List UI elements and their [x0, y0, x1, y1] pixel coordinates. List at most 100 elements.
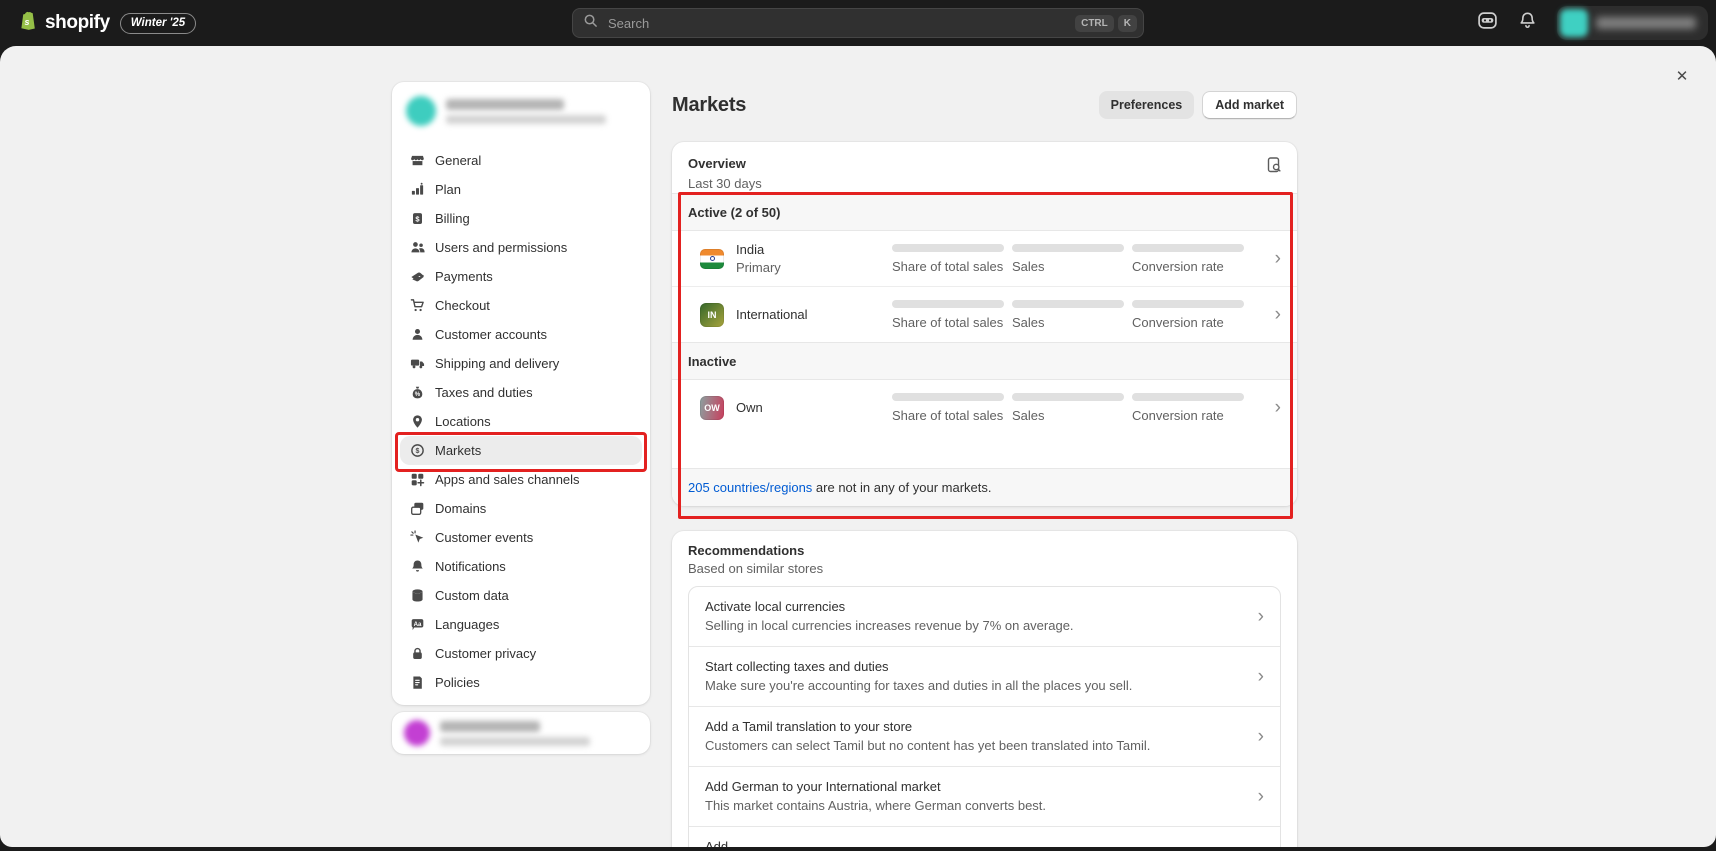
metric-bar	[892, 393, 1004, 401]
sidebar-item-customer-accounts[interactable]: Customer accounts	[400, 320, 642, 349]
sidebar-item-locations[interactable]: Locations	[400, 407, 642, 436]
chevron-right-icon: ›	[1258, 667, 1264, 686]
sidebar-item-billing[interactable]: $ Billing	[400, 204, 642, 233]
market-subtitle: Primary	[736, 260, 892, 275]
recommendation-partial-clipped[interactable]: Add ...	[689, 826, 1280, 847]
cart-icon	[410, 298, 425, 313]
sidebar-item-payments[interactable]: Payments	[400, 262, 642, 291]
recommendation-activate-local-currencies[interactable]: Activate local currencies Selling in loc…	[689, 587, 1280, 646]
sidebar-item-shipping-delivery[interactable]: Shipping and delivery	[400, 349, 642, 378]
markets-globe-icon: $	[410, 443, 425, 458]
translate-icon: Aa	[410, 617, 425, 632]
policy-doc-icon	[410, 675, 425, 690]
sidebar-item-apps-sales-channels[interactable]: Apps and sales channels	[400, 465, 642, 494]
inactive-section-header: Inactive	[672, 342, 1297, 380]
chevron-right-icon: ›	[1275, 249, 1281, 268]
metric-bar	[892, 300, 1004, 308]
svg-text:Aa: Aa	[414, 621, 422, 628]
svg-text:%: %	[415, 391, 421, 398]
person-icon	[410, 327, 425, 342]
store-header[interactable]	[392, 82, 650, 138]
shortcut-ctrl-key: CTRL	[1075, 15, 1114, 32]
metric-bar	[1132, 244, 1244, 252]
sidebar-item-markets[interactable]: $ Markets	[400, 436, 642, 465]
search-input[interactable]	[606, 15, 1071, 32]
market-name: International	[736, 307, 892, 322]
market-row-india[interactable]: India Primary Share of total sales Sales…	[672, 231, 1297, 286]
shortcut-k-key: K	[1118, 15, 1137, 32]
secondary-account-redacted	[440, 721, 590, 746]
international-badge: IN	[700, 303, 724, 327]
sidebar-item-custom-data[interactable]: Custom data	[400, 581, 642, 610]
svg-text:$: $	[416, 448, 420, 455]
billing-icon: $	[410, 211, 425, 226]
markets-page: Markets Preferences Add market Overview …	[672, 91, 1297, 847]
database-icon	[410, 588, 425, 603]
version-badge: Winter '25	[120, 13, 196, 34]
report-search-icon[interactable]	[1265, 156, 1283, 179]
recommendations-subtitle: Based on similar stores	[688, 561, 1281, 576]
sidebar-item-plan[interactable]: Plan	[400, 175, 642, 204]
secondary-account-avatar	[404, 720, 430, 746]
recommendations-card: Recommendations Based on similar stores …	[672, 531, 1297, 847]
settings-modal: ✕ General Plan $ Billing	[0, 46, 1716, 847]
sidebar-item-policies[interactable]: Policies	[400, 668, 642, 697]
metric-bar	[1132, 300, 1244, 308]
store-name-redacted	[446, 99, 606, 124]
users-icon	[410, 240, 425, 255]
market-row-own[interactable]: OW Own Share of total sales Sales Conver…	[672, 380, 1297, 435]
recommendation-tamil-translation[interactable]: Add a Tamil translation to your store Cu…	[689, 706, 1280, 766]
sidebar-item-general[interactable]: General	[400, 146, 642, 175]
countries-regions-link[interactable]: 205 countries/regions	[688, 480, 812, 495]
india-flag-icon	[700, 249, 724, 269]
search-icon	[583, 13, 598, 33]
metric-bar	[1132, 393, 1244, 401]
brand-wordmark: shopify	[45, 12, 110, 34]
payments-icon	[410, 269, 425, 284]
overview-title: Overview	[688, 156, 1281, 171]
settings-sidebar: General Plan $ Billing Users and permiss…	[392, 82, 650, 705]
market-row-international[interactable]: IN International Share of total sales Sa…	[672, 286, 1297, 342]
notifications-bell-icon[interactable]	[1518, 11, 1537, 35]
svg-text:s: s	[24, 17, 29, 27]
chevron-right-icon: ›	[1275, 398, 1281, 417]
overview-subtitle: Last 30 days	[688, 176, 1281, 191]
sidekick-icon[interactable]	[1477, 10, 1498, 36]
account-avatar	[1560, 9, 1588, 37]
shopify-logo[interactable]: s shopify	[16, 9, 110, 38]
sidebar-item-taxes-duties[interactable]: % Taxes and duties	[400, 378, 642, 407]
sidebar-item-notifications[interactable]: Notifications	[400, 552, 642, 581]
metric-bar	[892, 244, 1004, 252]
recommendation-add-german[interactable]: Add German to your International market …	[689, 766, 1280, 826]
recommendation-collect-taxes-duties[interactable]: Start collecting taxes and duties Make s…	[689, 646, 1280, 706]
sidebar-item-customer-events[interactable]: Customer events	[400, 523, 642, 552]
countries-footer: 205 countries/regions are not in any of …	[672, 468, 1297, 506]
truck-icon	[410, 356, 425, 371]
account-menu[interactable]	[1557, 6, 1708, 40]
secondary-account-card[interactable]	[392, 712, 650, 754]
metric-bar	[1012, 300, 1124, 308]
metric-bar	[1012, 244, 1124, 252]
global-search[interactable]: CTRL K	[572, 8, 1144, 38]
shopify-bag-icon: s	[16, 9, 38, 38]
sidebar-item-domains[interactable]: Domains	[400, 494, 642, 523]
tax-bag-icon: %	[410, 385, 425, 400]
sidebar-item-customer-privacy[interactable]: Customer privacy	[400, 639, 642, 668]
sidebar-item-users-permissions[interactable]: Users and permissions	[400, 233, 642, 262]
sidebar-item-checkout[interactable]: Checkout	[400, 291, 642, 320]
preferences-button[interactable]: Preferences	[1099, 91, 1195, 119]
countries-footer-text: are not in any of your markets.	[812, 480, 991, 495]
apps-grid-icon	[410, 472, 425, 487]
active-section-header: Active (2 of 50)	[672, 193, 1297, 231]
page-title: Markets	[672, 94, 746, 117]
cursor-spark-icon	[410, 530, 425, 545]
close-icon[interactable]: ✕	[1670, 64, 1694, 88]
add-market-button[interactable]: Add market	[1202, 91, 1297, 119]
chevron-right-icon: ›	[1258, 787, 1264, 806]
plan-chart-icon	[410, 182, 425, 197]
lock-icon	[410, 646, 425, 661]
domains-icon	[410, 501, 425, 516]
location-pin-icon	[410, 414, 425, 429]
chevron-right-icon: ›	[1258, 727, 1264, 746]
sidebar-item-languages[interactable]: Aa Languages	[400, 610, 642, 639]
